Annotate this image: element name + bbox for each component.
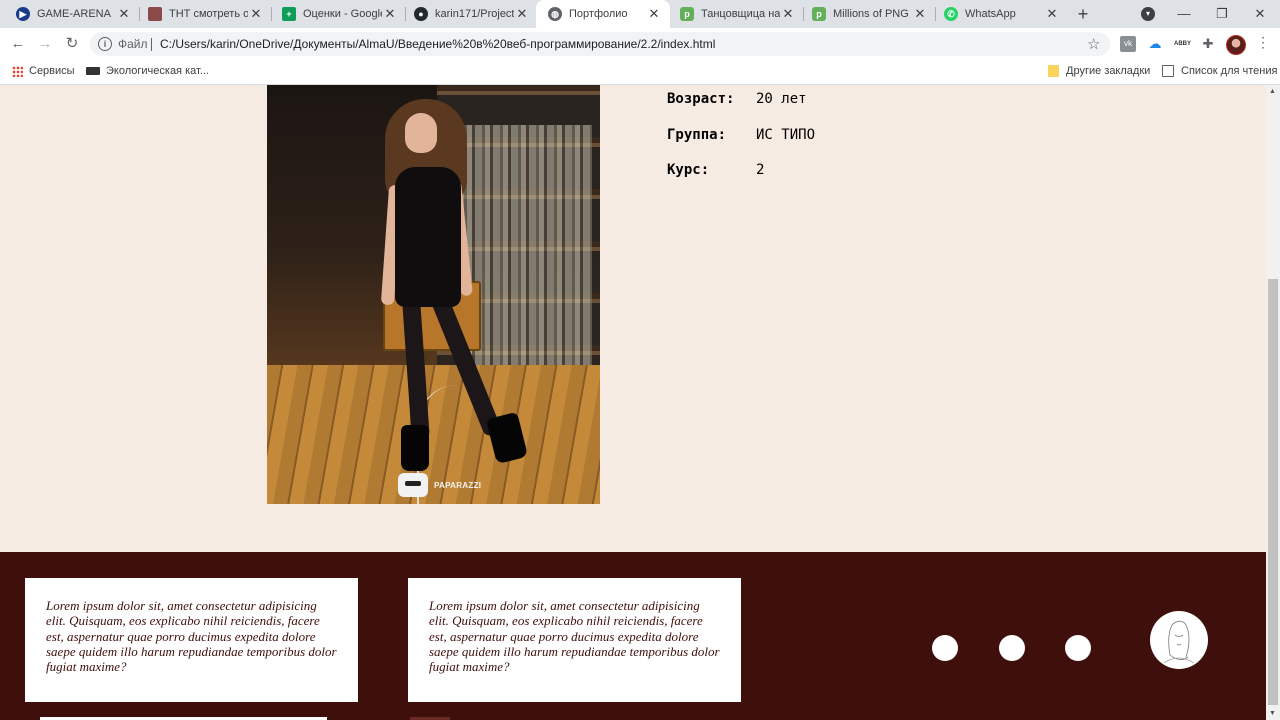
tab-tnt[interactable]: ТНТ смотреть он ✕ — [132, 0, 272, 28]
tab-dancer[interactable]: p Танцовщица на ✕ — [664, 0, 804, 28]
address-bar[interactable]: i Файл C:/Users/karin/OneDrive/Документы… — [90, 32, 1110, 56]
tab-google-sheets[interactable]: + Оценки - Google ✕ — [266, 0, 406, 28]
scroll-down-arrow-icon[interactable]: ▼ — [1269, 710, 1276, 717]
bookmarks-bar: Сервисы Экологическая кат... Другие закл… — [0, 60, 1280, 85]
close-icon[interactable]: ✕ — [912, 6, 928, 22]
bookmark-other-folder[interactable]: Другие закладки — [1048, 65, 1150, 77]
scrollbar-thumb[interactable] — [1268, 279, 1278, 705]
scroll-up-arrow-icon[interactable]: ▲ — [1269, 88, 1276, 95]
close-icon[interactable]: ✕ — [646, 6, 662, 22]
forward-arrow-icon[interactable]: → — [35, 34, 55, 54]
reload-icon[interactable]: ↻ — [62, 34, 82, 54]
info-value: 2 — [756, 162, 765, 178]
tab-title: ТНТ смотреть он — [169, 8, 248, 20]
footer-card-text: Lorem ipsum dolor sit, amet consectetur … — [429, 598, 720, 675]
bookmark-label: Экологическая кат... — [106, 65, 209, 77]
footer-card: Lorem ipsum dolor sit, amet consectetur … — [25, 578, 358, 702]
close-icon[interactable]: ✕ — [780, 6, 796, 22]
extensions-puzzle-icon[interactable]: ✚ — [1200, 36, 1216, 52]
close-window-button[interactable]: ✕ — [1242, 0, 1278, 28]
menu-kebab-icon[interactable]: ⋮ — [1256, 34, 1270, 51]
bookmark-apps[interactable]: Сервисы — [12, 65, 75, 77]
tab-png[interactable]: p Millions of PNG In ✕ — [796, 0, 936, 28]
tab-title: karin171/Project- — [435, 8, 514, 20]
tab-whatsapp[interactable]: ✆ WhatsApp ✕ — [928, 0, 1068, 28]
game-arena-icon: ▶ — [16, 7, 30, 21]
tab-github[interactable]: ● karin171/Project- ✕ — [398, 0, 538, 28]
apps-grid-icon — [12, 65, 23, 77]
abbyy-extension-icon[interactable]: ABBY — [1174, 36, 1191, 52]
tab-title: Millions of PNG In — [833, 8, 912, 20]
globe-icon: ◍ — [548, 7, 562, 21]
page-content: PAPARAZZI Возраст: 20 лет Группа: ИС ТИП… — [0, 85, 1266, 720]
tab-title: Танцовщица на — [701, 8, 780, 20]
close-icon[interactable]: ✕ — [382, 6, 398, 22]
info-label: Группа: — [667, 126, 727, 143]
bookmark-label: Другие закладки — [1066, 65, 1151, 77]
bookmark-label: Список для чтения — [1181, 65, 1278, 77]
social-link-dot[interactable] — [1065, 635, 1091, 661]
info-value: 20 лет — [756, 91, 807, 107]
url-text[interactable]: C:/Users/karin/OneDrive/Документы/AlmaU/… — [160, 37, 715, 51]
tab-strip: ▶ GAME-ARENA ✕ ТНТ смотреть он ✕ + Оценк… — [0, 0, 1280, 28]
maximize-button[interactable]: ❐ — [1204, 0, 1240, 28]
tab-title: GAME-ARENA — [37, 8, 111, 20]
profile-avatar[interactable] — [1226, 35, 1246, 55]
info-value: ИС ТИПО — [756, 126, 816, 143]
portfolio-photo: PAPARAZZI — [267, 85, 600, 504]
tab-title: Оценки - Google — [303, 8, 382, 20]
footer-card: Lorem ipsum dolor sit, amet consectetur … — [408, 578, 741, 702]
tnt-icon — [148, 7, 162, 21]
github-icon: ● — [414, 7, 428, 21]
close-icon[interactable]: ✕ — [1044, 6, 1060, 22]
reading-list-button[interactable]: Список для чтения — [1162, 65, 1277, 77]
back-arrow-icon[interactable]: ← — [8, 34, 28, 54]
close-icon[interactable]: ✕ — [514, 6, 530, 22]
whatsapp-icon: ✆ — [944, 7, 958, 21]
pngtree-icon: p — [680, 7, 694, 21]
bookmark-eco[interactable]: Экологическая кат... — [86, 65, 209, 77]
pngtree-icon: p — [812, 7, 826, 21]
cloud-extension-icon[interactable]: ☁ — [1147, 36, 1163, 52]
bookmark-star-icon[interactable]: ☆ — [1087, 35, 1100, 53]
folder-icon — [1048, 65, 1059, 77]
page-scrollbar[interactable]: ▲ ▼ — [1266, 85, 1280, 720]
footer-card-text: Lorem ipsum dolor sit, amet consectetur … — [46, 598, 337, 675]
minimize-button[interactable]: — — [1166, 0, 1202, 28]
social-link-dot[interactable] — [932, 635, 958, 661]
new-tab-button[interactable]: + — [1074, 4, 1092, 24]
close-icon[interactable]: ✕ — [248, 6, 264, 22]
footer: Lorem ipsum dolor sit, amet consectetur … — [0, 552, 1266, 720]
vk-extension-icon[interactable]: vk — [1120, 36, 1136, 52]
bookmark-label: Сервисы — [29, 65, 75, 77]
tab-portfolio[interactable]: ◍ Портфолио ✕ — [536, 0, 670, 28]
tab-search-icon[interactable]: ▾ — [1141, 7, 1155, 21]
paparazzi-logo-icon — [398, 473, 428, 497]
tab-title: Портфолио — [569, 8, 628, 20]
site-info-label[interactable]: Файл — [118, 37, 148, 51]
tab-game-arena[interactable]: ▶ GAME-ARENA ✕ — [0, 0, 140, 28]
portrait-sketch-logo[interactable] — [1150, 611, 1208, 669]
close-icon[interactable]: ✕ — [116, 6, 132, 22]
browser-toolbar: ← → ↻ i Файл C:/Users/karin/OneDrive/Док… — [0, 28, 1280, 60]
social-link-dot[interactable] — [999, 635, 1025, 661]
photo-watermark: PAPARAZZI — [434, 481, 482, 490]
eco-site-icon — [86, 67, 100, 75]
reading-list-icon — [1162, 65, 1174, 77]
google-sheets-icon: + — [282, 7, 296, 21]
tab-title: WhatsApp — [965, 8, 1016, 20]
portrait-sketch-icon — [1163, 620, 1195, 664]
info-label: Возраст: — [667, 91, 735, 107]
info-icon[interactable]: i — [98, 37, 112, 51]
info-label: Курс: — [667, 162, 710, 178]
